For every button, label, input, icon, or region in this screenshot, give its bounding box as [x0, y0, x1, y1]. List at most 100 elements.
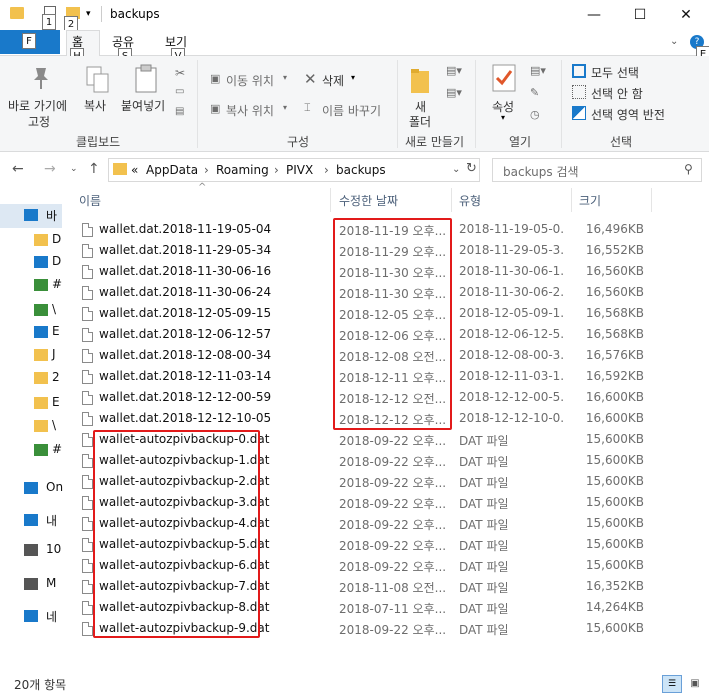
new-item-icon[interactable]: ▤▾ [446, 64, 462, 77]
sidebar-item[interactable]: J [0, 347, 60, 369]
move-to-button[interactable]: 이동 위치 [226, 72, 274, 89]
forward-icon[interactable]: → [44, 161, 56, 177]
sidebar-item[interactable]: # [0, 277, 63, 299]
file-type: 2018-11-30-06-1... [459, 264, 565, 278]
edit-icon[interactable]: ✎ [530, 86, 539, 99]
breadcrumb-chevron-icon[interactable]: › [324, 163, 329, 177]
move-to-icon: ▣ [210, 72, 221, 85]
breadcrumb-chevron-icon[interactable]: › [274, 163, 279, 177]
column-header-name[interactable]: 이름 [79, 192, 101, 209]
select-all-button[interactable]: 모두 선택 [591, 64, 639, 81]
sidebar-item[interactable]: 네 [0, 608, 60, 630]
file-date-modified: 2018-09-22 오후... [339, 623, 447, 637]
file-icon [82, 412, 93, 426]
sidebar-item[interactable]: 바 [0, 207, 60, 229]
address-dropdown-icon[interactable]: ⌄ [452, 164, 460, 175]
delete-button[interactable]: 삭제 [322, 72, 344, 89]
file-type: DAT 파일 [459, 581, 509, 595]
search-input[interactable]: backups 검색 [492, 158, 702, 182]
sidebar-item[interactable]: 2 [0, 370, 60, 392]
qat-dropdown-icon[interactable]: ▾ [86, 9, 91, 19]
breadcrumb-backups[interactable]: backups [336, 163, 386, 177]
column-divider[interactable] [651, 188, 652, 212]
select-none-button[interactable]: 선택 안 함 [591, 85, 643, 102]
sidebar-item[interactable]: # [0, 442, 63, 464]
sidebar-item[interactable]: \ [0, 418, 60, 440]
column-header-type[interactable]: 유형 [459, 192, 481, 209]
file-type: 2018-11-19-05-0... [459, 222, 565, 236]
file-size: 14,264KB [585, 600, 644, 614]
pin-button[interactable]: 바로 가기에 [8, 97, 67, 114]
column-header-size[interactable]: 크기 [579, 192, 601, 209]
easy-access-icon[interactable]: ▤▾ [446, 86, 462, 99]
back-icon[interactable]: ← [12, 161, 24, 177]
file-date-modified: 2018-11-08 오전... [339, 581, 447, 595]
sidebar-item[interactable]: \ [0, 302, 60, 324]
sidebar-item-label: # [52, 277, 63, 291]
sidebar-item-icon [24, 610, 38, 622]
sidebar-item[interactable]: 내 [0, 512, 60, 534]
sidebar-item[interactable]: 10 [0, 542, 62, 564]
refresh-icon[interactable]: ↻ [466, 161, 477, 176]
breadcrumb-chevron-icon[interactable]: › [204, 163, 209, 177]
file-size: 15,600KB [585, 537, 644, 551]
copy-to-icon: ▣ [210, 102, 221, 115]
column-divider[interactable] [330, 188, 331, 212]
sidebar-item-icon [24, 514, 38, 526]
sidebar-item-label: 10 [46, 542, 62, 556]
maximize-button[interactable]: ☐ [617, 0, 663, 30]
details-view-icon[interactable]: ☰ [662, 675, 682, 693]
sidebar-item-label: E [52, 324, 60, 338]
ribbon-collapse-icon[interactable]: ⌄ [670, 36, 678, 47]
breadcrumb-appdata[interactable]: AppData [146, 163, 198, 177]
qat-keytip-1: 1 [42, 14, 56, 30]
open-icon[interactable]: ▤▾ [530, 64, 546, 77]
close-button[interactable]: ✕ [663, 0, 709, 30]
column-header-date[interactable]: 수정한 날짜 [339, 192, 398, 209]
sidebar-item[interactable]: On [0, 480, 64, 502]
file-date-modified: 2018-09-22 오후... [339, 497, 447, 511]
copy-path-icon[interactable]: ▭ [175, 86, 184, 97]
select-all-icon [572, 64, 586, 78]
file-type: 2018-12-12-10-0... [459, 411, 565, 425]
sidebar-item[interactable]: D [0, 254, 61, 276]
sidebar-item[interactable]: E [0, 395, 60, 417]
sidebar-item-icon [34, 234, 48, 246]
sidebar-item-label: M [46, 576, 57, 590]
history-icon[interactable]: ◷ [530, 108, 540, 121]
sidebar-item-label: On [46, 480, 64, 494]
invert-selection-button[interactable]: 선택 영역 반전 [591, 106, 665, 123]
column-divider[interactable] [571, 188, 572, 212]
minimize-button[interactable]: — [571, 0, 617, 30]
sidebar-item-icon [34, 326, 48, 338]
rename-button[interactable]: 이름 바꾸기 [322, 102, 381, 119]
copy-to-button[interactable]: 복사 위치 [226, 102, 274, 119]
search-icon: ⚲ [684, 162, 693, 176]
sidebar-item[interactable]: M [0, 576, 60, 598]
paste-shortcut-icon[interactable]: ▤ [175, 106, 184, 117]
up-icon[interactable]: ↑ [88, 161, 100, 177]
paste-icon [134, 64, 158, 94]
invert-selection-icon [572, 106, 586, 120]
file-size: 16,568KB [585, 327, 644, 341]
overflow-chevron-icon[interactable]: « [131, 163, 138, 177]
sidebar-item[interactable]: E [0, 324, 60, 346]
recent-locations-icon[interactable]: ⌄ [70, 164, 78, 174]
cut-icon[interactable]: ✂ [175, 66, 185, 80]
ribbon-separator [561, 60, 562, 148]
file-type: 2018-11-30-06-2... [459, 285, 565, 299]
file-size: 16,552KB [585, 243, 644, 257]
column-divider[interactable] [451, 188, 452, 212]
copy-button[interactable]: 복사 [84, 97, 106, 114]
large-icons-view-icon[interactable]: ▣ [686, 675, 704, 693]
file-icon [82, 559, 93, 573]
sidebar-item-label: 바 [46, 209, 58, 223]
breadcrumb-roaming[interactable]: Roaming [216, 163, 269, 177]
sidebar-item[interactable]: D [0, 232, 61, 254]
breadcrumb-pivx[interactable]: PIVX [286, 163, 313, 177]
paste-button[interactable]: 붙여넣기 [121, 97, 165, 114]
sidebar-item-label: # [52, 442, 63, 456]
file-icon [82, 454, 93, 468]
file-size: 16,592KB [585, 369, 644, 383]
file-type: DAT 파일 [459, 455, 509, 469]
